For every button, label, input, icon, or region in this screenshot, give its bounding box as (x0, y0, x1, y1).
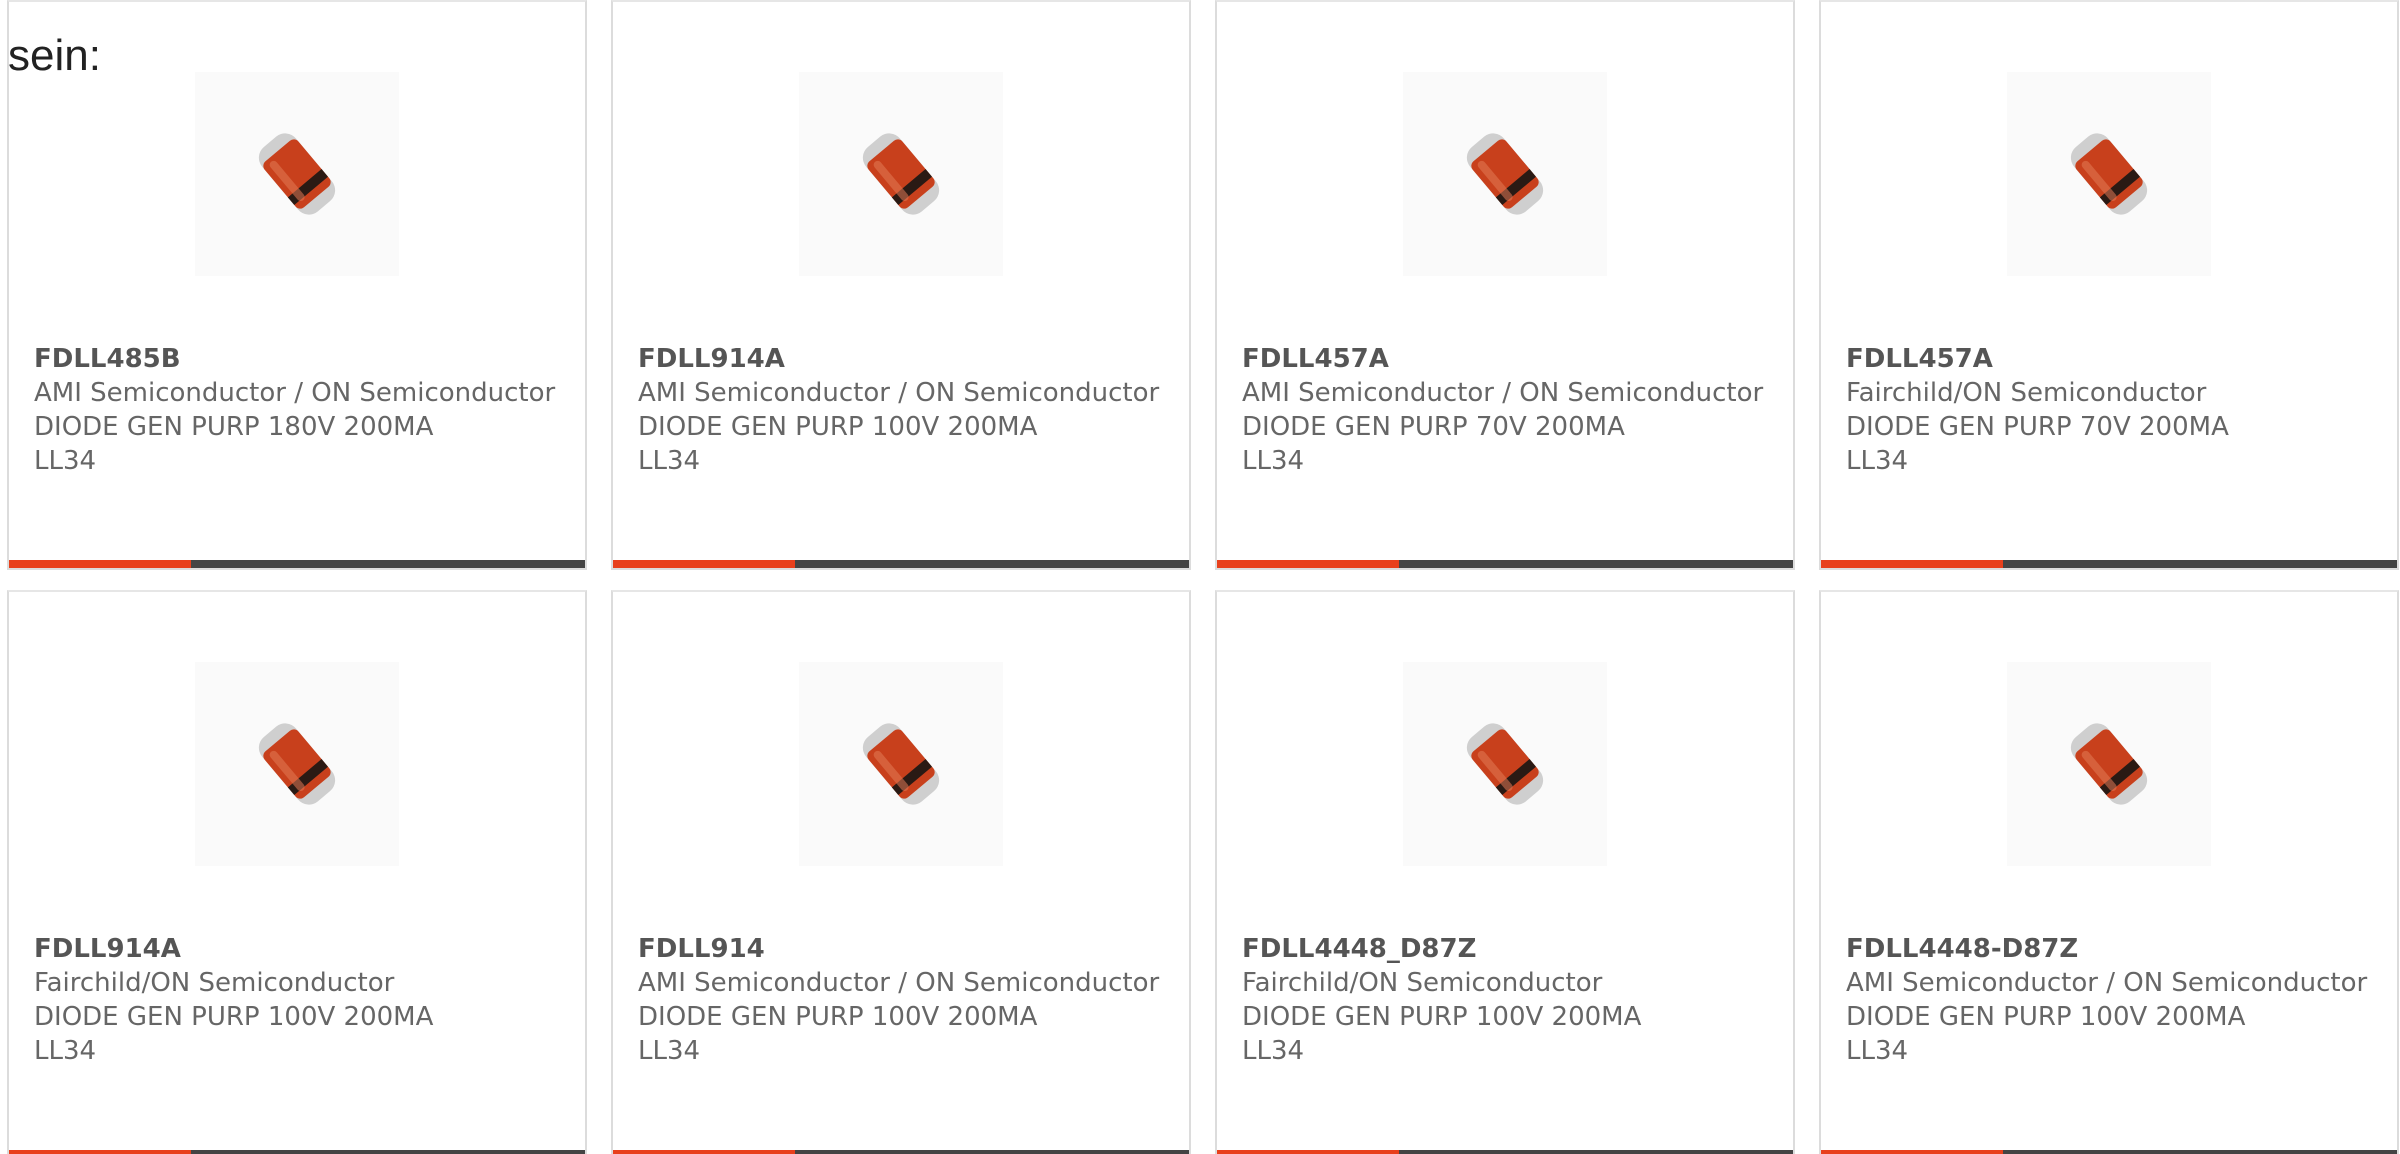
product-info: FDLL914A Fairchild/ON Semiconductor DIOD… (34, 932, 565, 1068)
diode-icon (1466, 133, 1544, 215)
card-bottom-bar (1217, 1150, 1793, 1154)
part-number[interactable]: FDLL4448-D87Z (1846, 932, 2377, 966)
product-info: FDLL914A AMI Semiconductor / ON Semicond… (638, 342, 1169, 478)
card-bottom-bar (9, 1150, 585, 1154)
manufacturer: Fairchild/ON Semiconductor (1242, 968, 1603, 998)
product-info: FDLL4448_D87Z Fairchild/ON Semiconductor… (1242, 932, 1773, 1068)
description: DIODE GEN PURP 100V 200MA LL34 (638, 1002, 1038, 1066)
card-bottom-bar (613, 560, 1189, 568)
part-number[interactable]: FDLL914A (638, 342, 1169, 376)
card-bottom-bar (9, 560, 585, 568)
product-card[interactable]: FDLL914A AMI Semiconductor / ON Semicond… (611, 0, 1191, 570)
card-accent (1217, 1150, 1399, 1154)
product-info: FDLL485B AMI Semiconductor / ON Semicond… (34, 342, 565, 478)
product-card[interactable]: FDLL914A Fairchild/ON Semiconductor DIOD… (7, 590, 587, 1154)
product-card[interactable]: FDLL4448-D87Z AMI Semiconductor / ON Sem… (1819, 590, 2399, 1154)
product-card[interactable]: FDLL457A Fairchild/ON Semiconductor DIOD… (1819, 0, 2399, 570)
diode-image[interactable] (799, 662, 1003, 866)
product-card[interactable]: FDLL914 AMI Semiconductor / ON Semicondu… (611, 590, 1191, 1154)
manufacturer: Fairchild/ON Semiconductor (1846, 378, 2207, 408)
diode-image[interactable] (195, 662, 399, 866)
diode-icon (862, 723, 940, 805)
product-card[interactable]: FDLL457A AMI Semiconductor / ON Semicond… (1215, 0, 1795, 570)
part-number[interactable]: FDLL485B (34, 342, 565, 376)
diode-image[interactable] (1403, 72, 1607, 276)
diode-icon (2070, 723, 2148, 805)
part-number[interactable]: FDLL914A (34, 932, 565, 966)
card-accent (1821, 1150, 2003, 1154)
card-accent (1821, 560, 2003, 568)
product-info: FDLL457A Fairchild/ON Semiconductor DIOD… (1846, 342, 2377, 478)
diode-image[interactable] (195, 72, 399, 276)
card-accent (9, 560, 191, 568)
diode-image[interactable] (2007, 72, 2211, 276)
description: DIODE GEN PURP 100V 200MA LL34 (638, 412, 1038, 476)
card-accent (613, 1150, 795, 1154)
card-bottom-bar (1821, 560, 2397, 568)
card-accent (9, 1150, 191, 1154)
manufacturer: AMI Semiconductor / ON Semiconductor (638, 378, 1160, 408)
description: DIODE GEN PURP 70V 200MA LL34 (1846, 412, 2229, 476)
diode-image[interactable] (1403, 662, 1607, 866)
manufacturer: AMI Semiconductor / ON Semiconductor (1242, 378, 1764, 408)
part-number[interactable]: FDLL914 (638, 932, 1169, 966)
diode-icon (862, 133, 940, 215)
manufacturer: AMI Semiconductor / ON Semiconductor (1846, 968, 2368, 998)
manufacturer: Fairchild/ON Semiconductor (34, 968, 395, 998)
part-number[interactable]: FDLL457A (1846, 342, 2377, 376)
diode-icon (258, 723, 336, 805)
description: DIODE GEN PURP 100V 200MA LL34 (1846, 1002, 2246, 1066)
card-accent (1217, 560, 1399, 568)
diode-icon (1466, 723, 1544, 805)
card-bottom-bar (1821, 1150, 2397, 1154)
manufacturer: AMI Semiconductor / ON Semiconductor (34, 378, 556, 408)
product-info: FDLL4448-D87Z AMI Semiconductor / ON Sem… (1846, 932, 2377, 1068)
product-card[interactable]: FDLL485B AMI Semiconductor / ON Semicond… (7, 0, 587, 570)
diode-icon (258, 133, 336, 215)
description: DIODE GEN PURP 100V 200MA LL34 (1242, 1002, 1642, 1066)
description: DIODE GEN PURP 70V 200MA LL34 (1242, 412, 1625, 476)
product-info: FDLL914 AMI Semiconductor / ON Semicondu… (638, 932, 1169, 1068)
product-grid: FDLL485B AMI Semiconductor / ON Semicond… (7, 0, 2400, 1154)
diode-image[interactable] (799, 72, 1003, 276)
product-info: FDLL457A AMI Semiconductor / ON Semicond… (1242, 342, 1773, 478)
card-accent (613, 560, 795, 568)
diode-icon (2070, 133, 2148, 215)
description: DIODE GEN PURP 180V 200MA LL34 (34, 412, 434, 476)
part-number[interactable]: FDLL457A (1242, 342, 1773, 376)
description: DIODE GEN PURP 100V 200MA LL34 (34, 1002, 434, 1066)
diode-image[interactable] (2007, 662, 2211, 866)
manufacturer: AMI Semiconductor / ON Semiconductor (638, 968, 1160, 998)
product-card[interactable]: FDLL4448_D87Z Fairchild/ON Semiconductor… (1215, 590, 1795, 1154)
card-bottom-bar (1217, 560, 1793, 568)
card-bottom-bar (613, 1150, 1189, 1154)
part-number[interactable]: FDLL4448_D87Z (1242, 932, 1773, 966)
intro-text: sein: (8, 31, 101, 80)
